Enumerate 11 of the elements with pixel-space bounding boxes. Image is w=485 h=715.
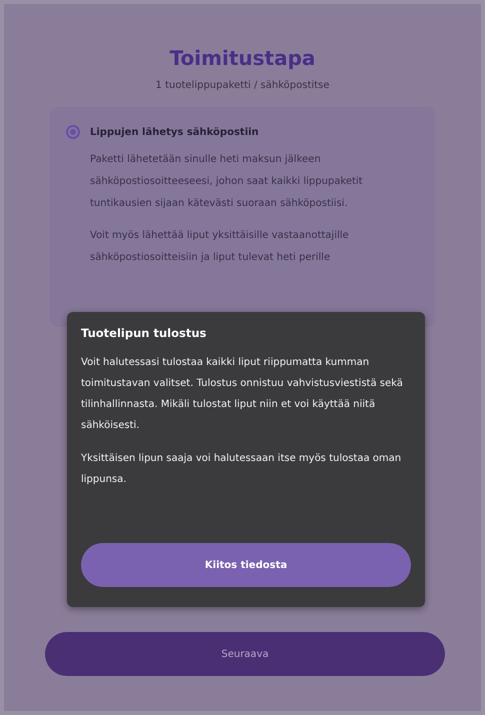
dialog-title: Tuotelipun tulostus <box>81 326 208 340</box>
next-button[interactable]: Seuraava <box>45 632 445 676</box>
acknowledge-button[interactable]: Kiitos tiedosta <box>81 543 411 587</box>
option-label: Lippujen lähetys sähköpostiin <box>90 126 259 138</box>
option-description: Voit myös lähettää liput yksittäisille vastaanottajille sähköpostiosoitteisiin ja liput tulevat heti perille <box>90 229 350 265</box>
radio-button[interactable] <box>66 125 80 139</box>
dialog-text: Yksittäisen lipun saaja voi halutessaan itse myös tulostaa oman lippunsa. <box>81 452 402 487</box>
dialog-text: Voit halutessasi tulostaa kaikki liput riippumatta kumman toimitustavan valitset. Tulostus onnistuu vahvistusviestistä sekä tilinhallinnasta. Mikäli tulostat liput niin et voi käyttää niitä sähköisesti. <box>81 356 404 433</box>
page-subtitle: 1 tuotelippupaketti / sähköpostitse <box>154 80 330 91</box>
page-title: Toimitustapa <box>168 46 316 70</box>
option-description: Paketti lähetetään sinulle heti maksun jälkeen sähköpostiosoitteeseesi, johon saat kaikki lippupaketit tuntikausien sijaan kätevästi suoraan sähköpostiisi. <box>90 153 364 211</box>
